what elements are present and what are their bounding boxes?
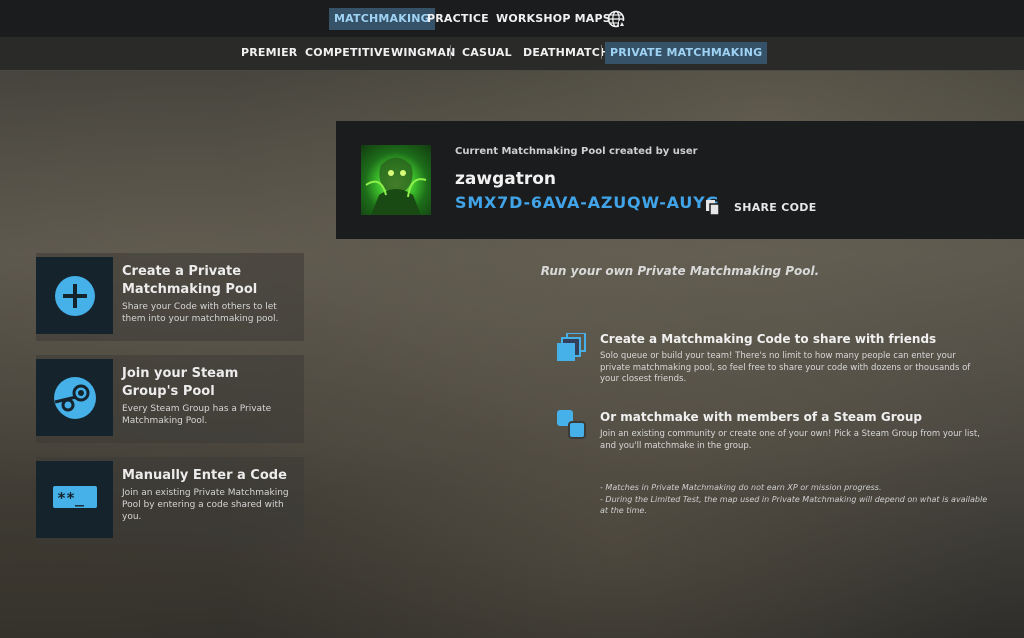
nav-divider [601, 45, 602, 59]
note-line: - Matches in Private Matchmaking do not … [600, 483, 882, 492]
create-pool-option[interactable]: Create a Private Matchmaking Pool Share … [36, 253, 304, 341]
option-icon-tile [36, 359, 113, 436]
tab-matchmaking[interactable]: MATCHMAKING [329, 8, 435, 30]
option-icon-tile [36, 257, 113, 334]
password-icon: **_ [52, 485, 97, 508]
tab-private-matchmaking[interactable]: PRIVATE MATCHMAKING [605, 42, 768, 64]
option-title: Create a Private Matchmaking Pool [122, 264, 258, 297]
tab-workshop-maps[interactable]: WORKSHOP MAPS [491, 8, 616, 30]
tab-competitive[interactable]: COMPETITIVE [300, 42, 395, 64]
share-code-label: SHARE CODE [734, 200, 817, 214]
feature-title: Create a Matchmaking Code to share with … [600, 332, 937, 346]
option-title: Join your Steam Group's Pool [122, 366, 239, 399]
join-steam-group-option[interactable]: Join your Steam Group's Pool Every Steam… [36, 355, 304, 443]
matchmaking-code: SMX7D-6AVA-AZUQW-AUYG [455, 193, 720, 212]
tab-deathmatch[interactable]: DEATHMATCH [518, 42, 614, 64]
tab-casual[interactable]: CASUAL [457, 42, 517, 64]
plus-circle-icon [54, 275, 95, 316]
option-description: Join an existing Private Matchmaking Poo… [122, 488, 289, 522]
stacked-squares-icon [557, 333, 586, 361]
tagline: Run your own Private Matchmaking Pool. [540, 264, 820, 278]
share-code-button[interactable]: SHARE CODE [705, 198, 817, 216]
copy-icon [706, 199, 720, 216]
avatar [361, 145, 431, 215]
feature-title: Or matchmake with members of a Steam Gro… [600, 410, 922, 424]
note-line: - During the Limited Test, the map used … [600, 494, 988, 516]
steam-icon [53, 376, 96, 419]
group-squares-icon [557, 410, 586, 439]
feature-description: Solo queue or build your team! There's n… [600, 351, 971, 384]
svg-text:**_: **_ [57, 489, 85, 507]
pool-caption: Current Matchmaking Pool created by user [455, 146, 698, 157]
option-title: Manually Enter a Code [122, 468, 287, 483]
tab-premier[interactable]: PREMIER [236, 42, 302, 64]
notes: - Matches in Private Matchmaking do not … [600, 482, 990, 517]
globe-icon[interactable] [606, 9, 626, 29]
feature-description: Join an existing community or create one… [600, 429, 980, 451]
pool-owner-name: zawgatron [455, 169, 557, 189]
tab-practice[interactable]: PRACTICE [422, 8, 494, 30]
pool-info-card [336, 121, 1024, 239]
nav-divider [450, 45, 451, 59]
option-icon-tile: **_ [36, 461, 113, 538]
option-description: Every Steam Group has a Private Matchmak… [122, 404, 272, 426]
option-description: Share your Code with others to let them … [122, 302, 279, 324]
enter-code-option[interactable]: **_ Manually Enter a Code Join an existi… [36, 457, 304, 545]
